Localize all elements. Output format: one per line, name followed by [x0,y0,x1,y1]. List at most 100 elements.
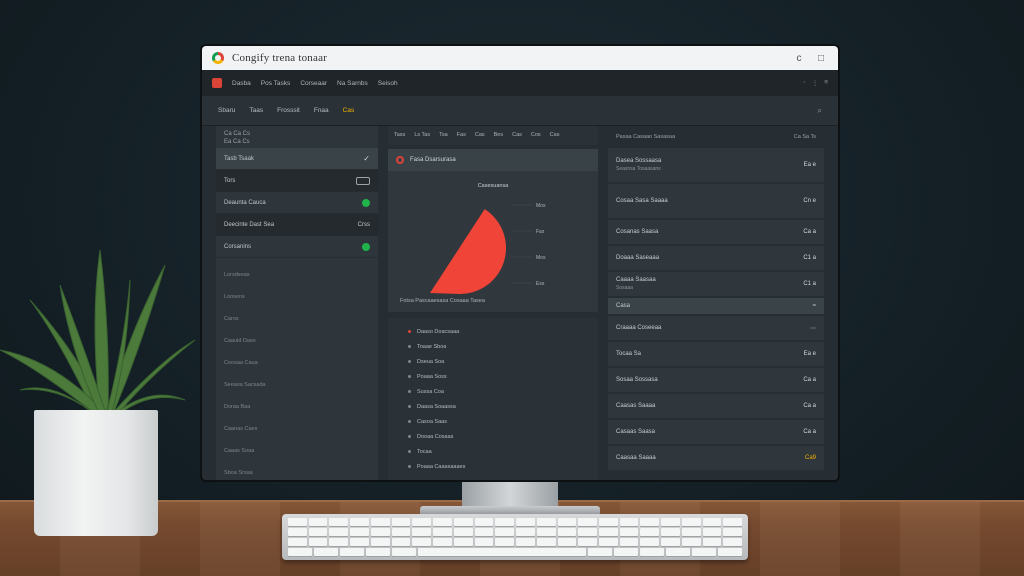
toolbar-item-2[interactable]: Frosssit [277,107,300,114]
left-row-4[interactable]: Corsanins [216,236,378,258]
list-item[interactable]: Casoa Saas [408,414,578,429]
row-sublabel: Sosaaa [616,285,633,291]
toolbar-item-4[interactable]: Cas [343,107,355,114]
bullet-icon [408,360,411,363]
table-row[interactable]: Caasas Saaaa Ca a [608,394,824,418]
left-faint-item[interactable]: Doraa Baa [224,396,370,418]
list-item[interactable]: Daasa Soaassa [408,399,578,414]
list-item[interactable]: Poaaa Caaasaaaes [408,459,578,474]
table-row[interactable]: Casaas Saasa Ca a [608,420,824,444]
row-text: Cosanas Saasa [616,229,658,235]
list-item[interactable]: Poaaa Soss [408,369,578,384]
keyboard-key [314,548,338,556]
tab-4[interactable]: Cas [475,132,485,138]
tab-8[interactable]: Cas [550,132,560,138]
table-row[interactable]: Tocaa Sa Ea e [608,342,824,366]
toolbar-item-1[interactable]: Taas [249,107,263,114]
left-head-line: Ea Ca Cs [224,139,250,145]
row-value: ⋯ [810,325,816,332]
keyboard-key [536,518,556,526]
list-item[interactable]: Tocaa [408,444,578,459]
toolbar-item-0[interactable]: Sbaru [218,107,235,114]
row-value: Ca a [803,403,816,409]
tab-7[interactable]: Cos [531,132,541,138]
list-item[interactable]: Toaae Sboa [408,339,578,354]
tab-2[interactable]: Tsa [439,132,448,138]
more-icon[interactable]: ⋮ [812,79,819,87]
keyboard-key [329,518,349,526]
keyboard-key [453,528,473,536]
list-item[interactable]: Daaso Doacsaaa [408,324,578,339]
keyboard-key [557,538,577,546]
keyboard-key [474,528,494,536]
nav-item-1[interactable]: Pos Tasks [261,80,291,87]
keyboard-row [288,548,742,556]
row-value: C1 a [803,281,816,287]
pie-chart[interactable]: Mos Fas Mos Ess [388,193,598,313]
left-row-2[interactable]: Deaunta Cauca [216,192,378,214]
table-row[interactable]: Craaaa Coseeaa ⋯ [608,316,824,340]
chart-title: Casesuansa [477,182,509,189]
keyboard-key [370,518,390,526]
keyboard-key [536,528,556,536]
keyboard-key [588,548,612,556]
keyboard-key [370,538,390,546]
left-row-3[interactable]: Deecinte Dast Sea Crss [216,214,378,236]
left-faint-item[interactable]: Caanas Caes [224,418,370,440]
list-item[interactable]: Dooaa Cosaas [408,429,578,444]
search-icon[interactable]: ⌕ [818,106,822,116]
table-row[interactable]: Doaaa Saseaaa C1 a [608,246,824,270]
keyboard-key [557,528,577,536]
left-faint-item[interactable]: Sboa Srsaa [224,462,370,480]
left-row-0[interactable]: Tasb Tsaak ✓ [216,148,378,170]
nav-item-2[interactable]: Corseaar [300,80,327,87]
right-head-controls[interactable]: Ca Sa Ts [794,134,816,140]
toggle-switch[interactable] [356,176,370,185]
nav-item-4[interactable]: Seisoh [378,80,398,87]
table-row[interactable]: Dasea Sossaasa Seasnsa Tosaasans Ea e [608,148,824,182]
row-text: Cosaa Sasa Saaaa [616,198,668,204]
menu-icon[interactable]: ≡ [824,79,828,87]
tab-1[interactable]: Ls Tas [414,132,430,138]
nav-item-3[interactable]: Na Sarnbs [337,80,368,87]
notifications-icon[interactable]: ◦ [803,79,805,87]
tab-6[interactable]: Cas [512,132,522,138]
table-row[interactable]: Caaaa Saasaa Sosaaa C1 a [608,272,824,296]
table-row[interactable]: Cosaa Sasa Saaaa Cn e [608,184,824,218]
nav-item-0[interactable]: Dasba [232,80,251,87]
left-row-label: Deaunta Cauca [224,199,266,206]
table-row[interactable]: Cosanas Saasa Ca a [608,220,824,244]
keyboard-key [692,548,716,556]
left-faint-item[interactable]: Caauld Daes [224,330,370,352]
list-item[interactable]: Dseua Soa [408,354,578,369]
list-item-label: Poaaa Soss [417,373,447,380]
reload-button[interactable]: c [792,53,806,64]
tab-0[interactable]: Tass [394,132,405,138]
left-faint-item[interactable]: Caros [224,308,370,330]
keyboard-key [516,528,535,536]
left-faint-item[interactable]: Seeasa Sacsada [224,374,370,396]
keyboard-key [536,538,556,546]
left-faint-item[interactable]: Ceosaa Caua [224,352,370,374]
list-item-label: Toaae Sboa [417,343,447,350]
right-panel: Pasaa Casaao Sasasaa Ca Sa Ts Dasea Soss… [608,126,824,480]
window-button[interactable]: □ [814,53,828,64]
toolbar-item-3[interactable]: Fnaa [314,107,329,114]
keyboard-key [681,528,701,536]
keyboard-key [578,518,598,526]
pie-slice[interactable] [430,209,506,294]
tab-5[interactable]: Bes [494,132,503,138]
list-item[interactable]: Sussa Coa [408,384,578,399]
left-faint-item[interactable]: Caaas Soaa [224,440,370,462]
chart-tabs: Tass Ls Tas Tsa Fas Cas Bes Cas Cos Cas [388,126,598,145]
row-text: Sosaa Sossasa [616,377,658,383]
chart-tick-label: Ess [536,281,545,287]
keyboard-key [619,518,639,526]
table-row[interactable]: Casa ≈ [608,298,824,314]
tab-3[interactable]: Fas [457,132,466,138]
left-faint-item[interactable]: Loosens [224,286,370,308]
left-faint-item[interactable]: Lorsdeeas [224,264,370,286]
table-row[interactable]: Caasaa Saaaa Ca9 [608,446,824,470]
table-row[interactable]: Sosaa Sossasa Ca a [608,368,824,392]
left-row-1[interactable]: Tors [216,170,378,192]
